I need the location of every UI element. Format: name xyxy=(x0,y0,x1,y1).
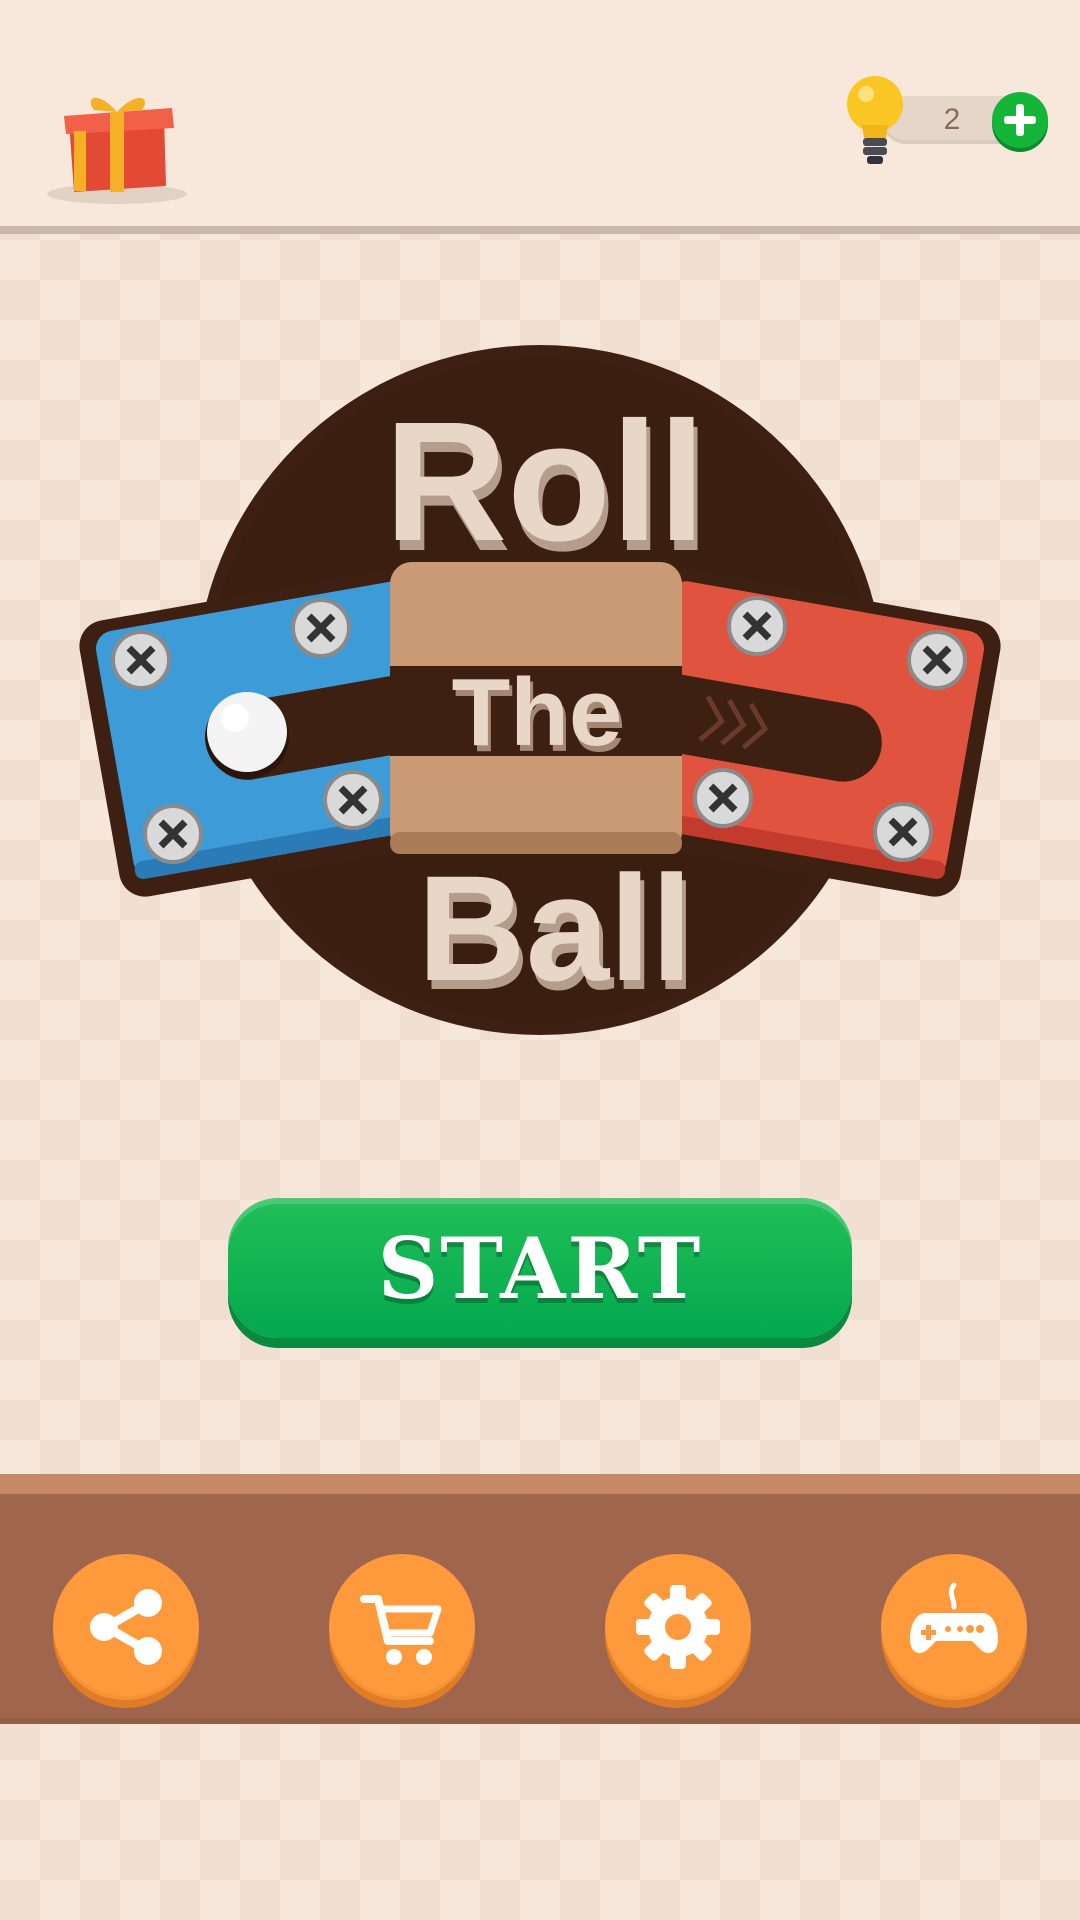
gamepad-icon xyxy=(910,1582,998,1654)
more-games-button[interactable] xyxy=(881,1554,1027,1700)
lightbulb-icon xyxy=(847,76,903,164)
bottom-menu-bar xyxy=(0,1474,1080,1724)
settings-button[interactable] xyxy=(605,1554,751,1700)
game-logo: Roll Roll The The Ball Ball xyxy=(79,345,1001,1035)
logo-word-the-face: The xyxy=(452,659,623,766)
share-button[interactable] xyxy=(53,1554,199,1700)
shopping-cart-icon xyxy=(360,1595,442,1665)
start-button[interactable]: START xyxy=(228,1198,852,1338)
logo-word-roll-face: Roll xyxy=(384,387,705,577)
gift-box-icon[interactable] xyxy=(44,86,194,206)
top-bar: 2 xyxy=(0,0,1080,234)
add-hint-button[interactable] xyxy=(992,92,1048,148)
hint-count: 2 xyxy=(943,103,961,136)
logo-word-ball-face: Ball xyxy=(417,844,692,1012)
share-icon xyxy=(90,1589,162,1665)
shop-button[interactable] xyxy=(329,1554,475,1700)
plus-icon xyxy=(1004,104,1036,136)
hint-counter: 2 xyxy=(842,70,1052,166)
gear-icon xyxy=(636,1585,720,1669)
